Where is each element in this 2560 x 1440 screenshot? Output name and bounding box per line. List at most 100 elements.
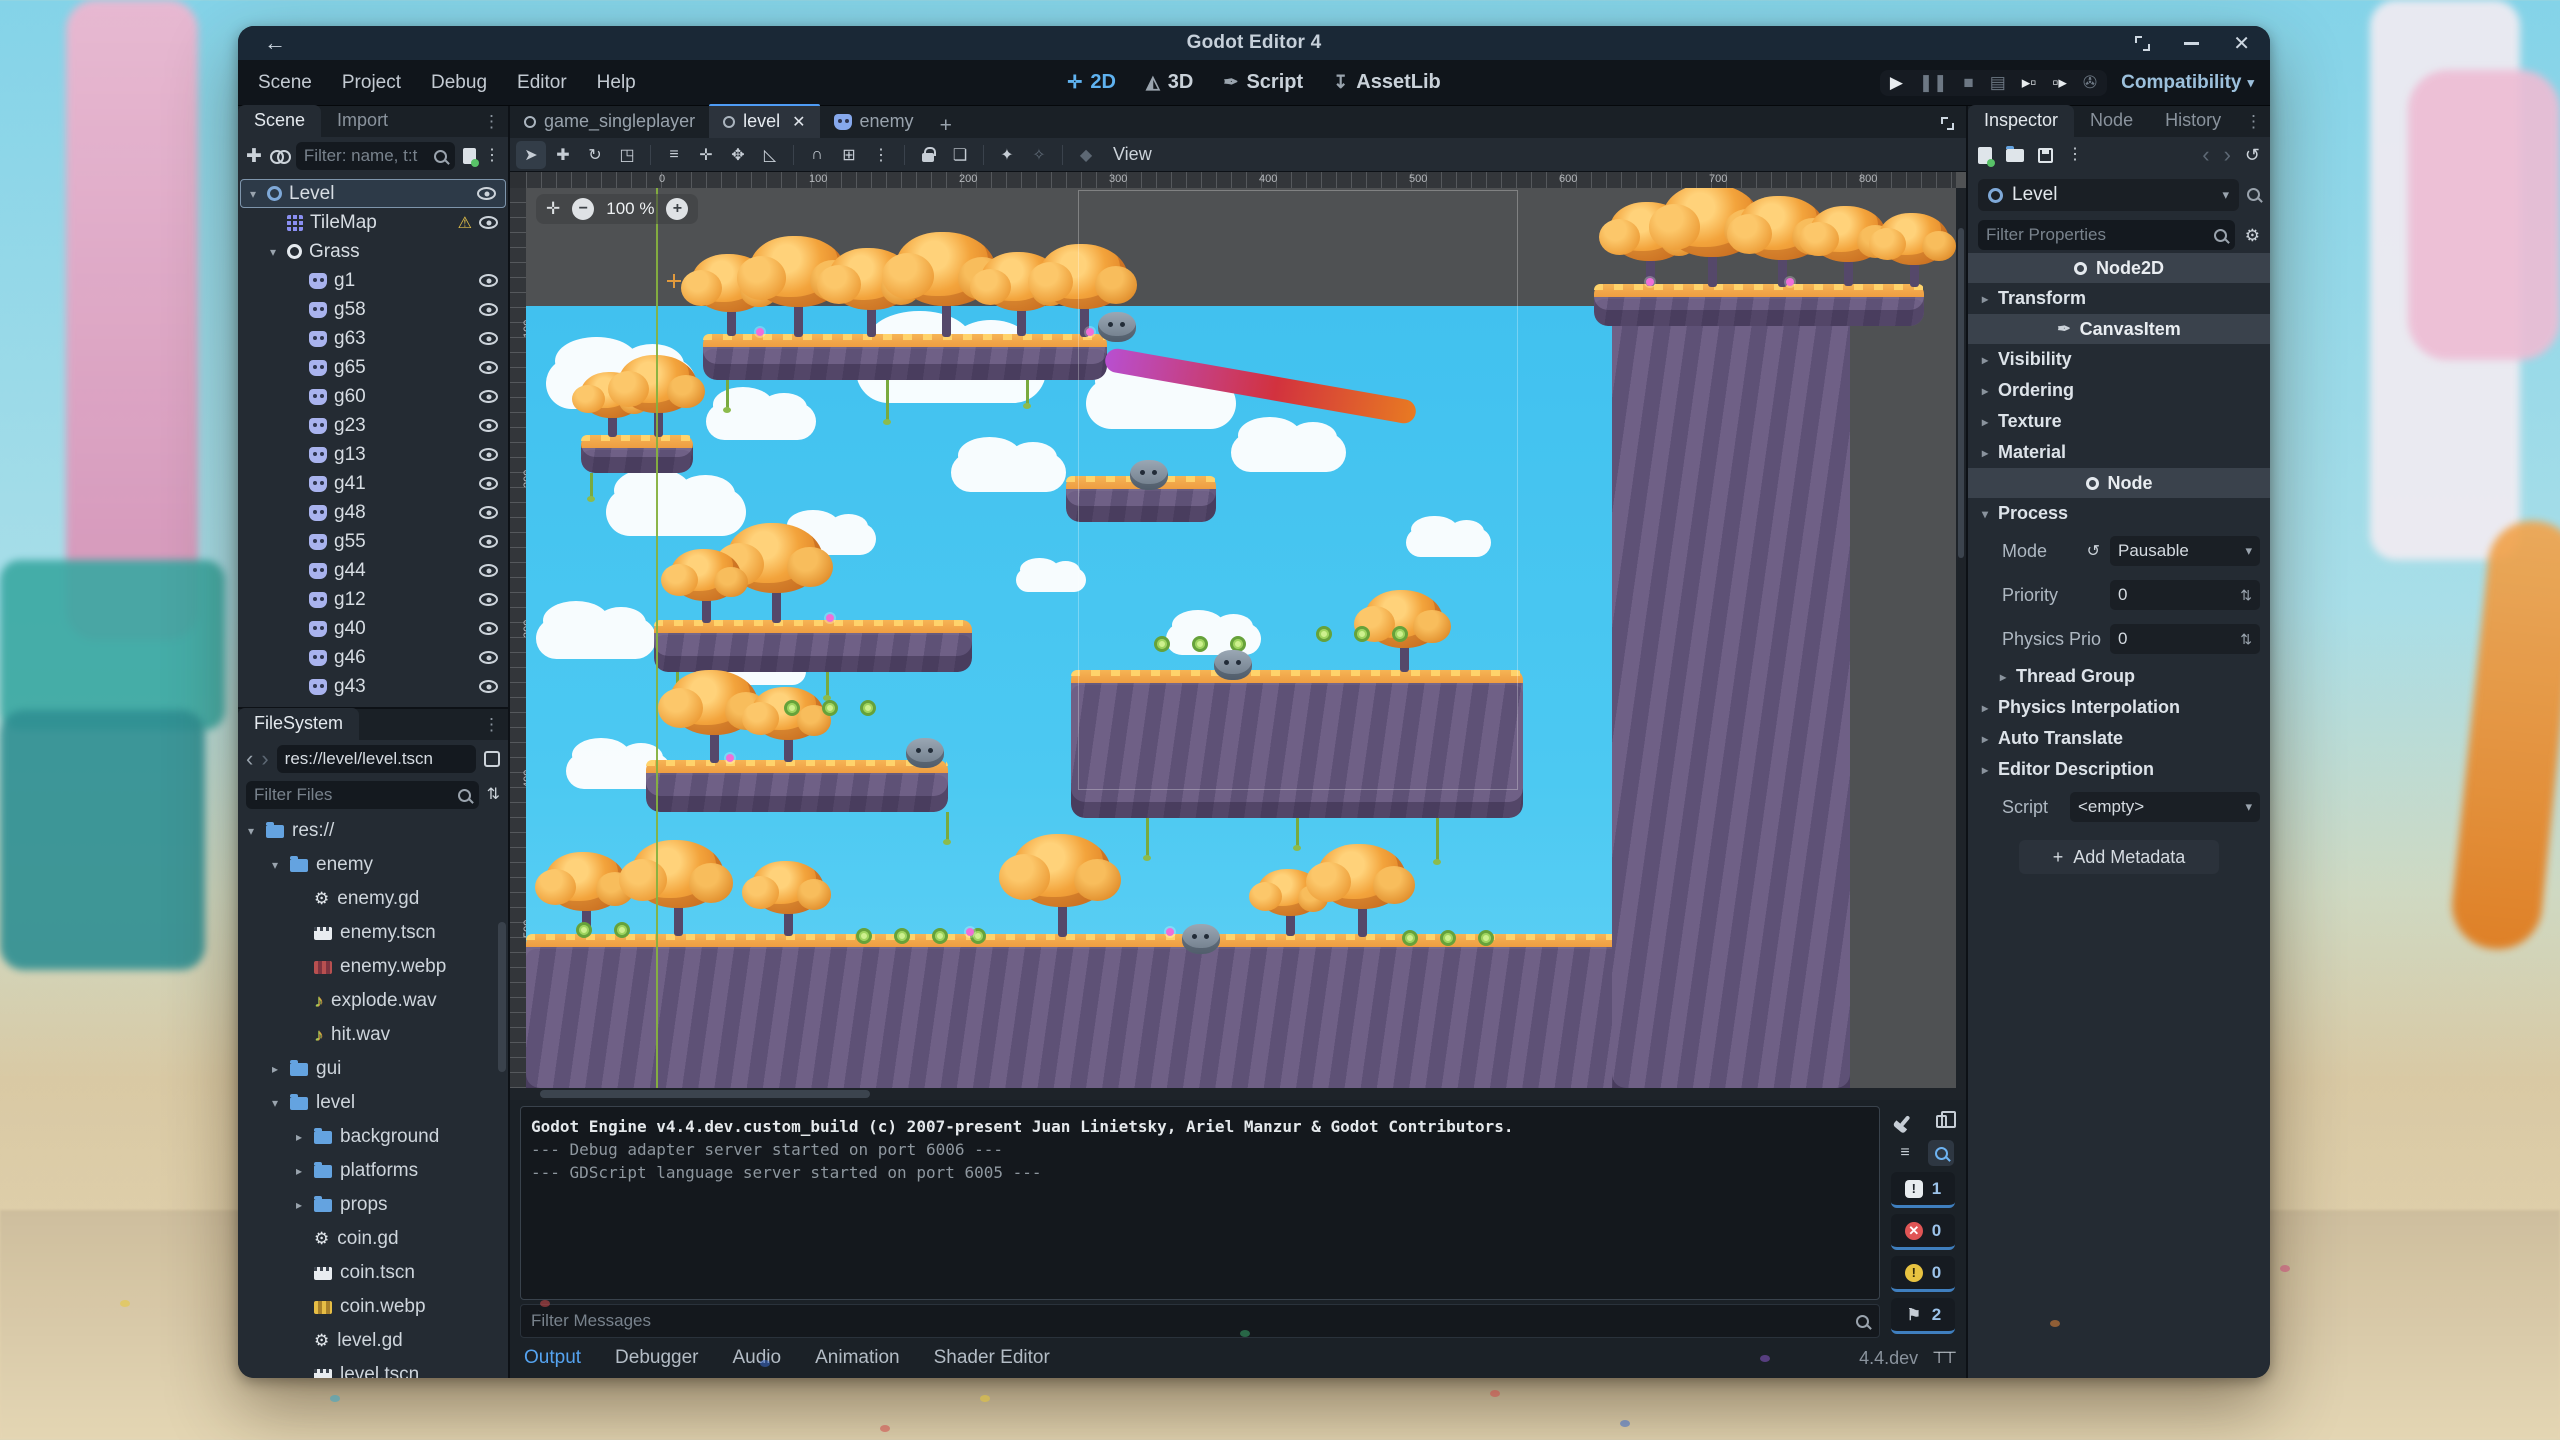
- bottom-tab-output[interactable]: Output: [524, 1347, 581, 1369]
- scene-tree-row[interactable]: TileMap⚠: [238, 208, 508, 237]
- spin-arrows-icon[interactable]: ⇅: [2240, 587, 2252, 604]
- scene-tree-row[interactable]: g48: [238, 498, 508, 527]
- dropdown-control[interactable]: <empty>▾: [2070, 792, 2260, 822]
- expand-icon[interactable]: ▸: [292, 1130, 306, 1144]
- nav-back-icon[interactable]: ‹: [246, 748, 253, 770]
- stop-button[interactable]: ■: [1963, 73, 1973, 93]
- filesystem-scrollbar[interactable]: [498, 922, 506, 1072]
- add-node-button[interactable]: ✚: [246, 147, 262, 166]
- visibility-eye-icon[interactable]: [479, 564, 498, 577]
- path-input[interactable]: [285, 749, 468, 769]
- scene-tree-row[interactable]: g13: [238, 440, 508, 469]
- switch-3d[interactable]: ◭3D: [1146, 71, 1193, 94]
- clear-output-button[interactable]: [1892, 1108, 1918, 1134]
- new-resource-icon[interactable]: [1978, 147, 1992, 164]
- play-scene-button[interactable]: ▸▫: [2022, 73, 2037, 93]
- tab-inspector[interactable]: Inspector: [1968, 105, 2074, 137]
- scene-tree-row[interactable]: g55: [238, 527, 508, 556]
- ruler-tool-icon[interactable]: ◺: [755, 141, 785, 169]
- visibility-eye-icon[interactable]: [479, 506, 498, 519]
- select-tool-icon[interactable]: ➤: [516, 141, 546, 169]
- scene-tab-level[interactable]: level✕: [709, 104, 819, 138]
- warning-count-toggle[interactable]: !0: [1891, 1256, 1955, 1292]
- revert-icon[interactable]: ↺: [2087, 541, 2100, 561]
- scene-tree-row[interactable]: g40: [238, 614, 508, 643]
- tab-scene[interactable]: Scene: [238, 105, 321, 137]
- group-ordering[interactable]: ▸Ordering: [1968, 375, 2270, 406]
- scene-tree-row[interactable]: g23: [238, 411, 508, 440]
- switch-2d[interactable]: ✛2D: [1067, 71, 1116, 94]
- pivot-tool-icon[interactable]: ✛: [691, 141, 721, 169]
- file-tree-row[interactable]: ▸platforms: [238, 1154, 508, 1188]
- tab-import[interactable]: Import: [321, 105, 404, 137]
- group-process[interactable]: ▾Process: [1968, 498, 2270, 529]
- chevron-down-icon[interactable]: ▾: [2245, 543, 2252, 559]
- bottom-tab-shader-editor[interactable]: Shader Editor: [934, 1347, 1050, 1369]
- search-messages-button[interactable]: [1928, 1140, 1954, 1166]
- rotate-tool-icon[interactable]: ↻: [580, 141, 610, 169]
- collapse-icon[interactable]: ▾: [266, 245, 280, 259]
- file-tree-row[interactable]: ▾res://: [238, 814, 508, 848]
- visibility-eye-icon[interactable]: [479, 651, 498, 664]
- copy-output-button[interactable]: [1928, 1108, 1954, 1134]
- view-menu-button[interactable]: View: [1103, 144, 1162, 165]
- play-button[interactable]: ▶: [1890, 73, 1903, 93]
- file-tree-row[interactable]: level.tscn: [238, 1358, 508, 1378]
- file-tree-row[interactable]: ▾enemy: [238, 848, 508, 882]
- visibility-eye-icon[interactable]: [479, 303, 498, 316]
- split-mode-icon[interactable]: [484, 751, 500, 767]
- bottom-tab-animation[interactable]: Animation: [815, 1347, 900, 1369]
- group-tool-icon[interactable]: ❏: [945, 141, 975, 169]
- open-docs-icon[interactable]: [2247, 185, 2260, 206]
- update-spinner-icon[interactable]: ⊤⊤: [1932, 1348, 1954, 1368]
- scene-tree-row[interactable]: g1: [238, 266, 508, 295]
- scene-dock-options-icon[interactable]: ⋮: [483, 112, 500, 132]
- dropdown-control[interactable]: Pausable▾: [2110, 536, 2260, 566]
- smart-snap-tool-icon[interactable]: ∩: [802, 141, 832, 169]
- expand-icon[interactable]: ▸: [292, 1164, 306, 1178]
- scene-tree-row[interactable]: g43: [238, 672, 508, 701]
- add-metadata-button[interactable]: +Add Metadata: [2019, 840, 2219, 874]
- file-tree-row[interactable]: ▸props: [238, 1188, 508, 1222]
- expand-icon[interactable]: ▸: [292, 1198, 306, 1212]
- file-tree-row[interactable]: ⚙coin.gd: [238, 1222, 508, 1256]
- visibility-eye-icon[interactable]: [479, 332, 498, 345]
- load-resource-icon[interactable]: [2006, 149, 2024, 162]
- collapse-icon[interactable]: ▾: [268, 858, 282, 872]
- error-count-toggle[interactable]: ✕0: [1891, 1214, 1955, 1250]
- pan-tool-icon[interactable]: ✥: [723, 141, 753, 169]
- file-tree-row[interactable]: ▾level: [238, 1086, 508, 1120]
- visibility-eye-icon[interactable]: [479, 216, 498, 229]
- file-tree-row[interactable]: coin.tscn: [238, 1256, 508, 1290]
- file-tree-row[interactable]: ♪explode.wav: [238, 984, 508, 1018]
- fullscreen-icon[interactable]: [2135, 36, 2150, 51]
- file-tree-row[interactable]: enemy.tscn: [238, 916, 508, 950]
- snap-options-tool-icon[interactable]: ⋮: [866, 141, 896, 169]
- property-tools-icon[interactable]: ⚙: [2245, 227, 2260, 244]
- select-list-tool-icon[interactable]: ≡: [659, 141, 689, 169]
- scene-tree-row[interactable]: g41: [238, 469, 508, 498]
- spinbox-control[interactable]: 0⇅: [2110, 624, 2260, 654]
- visibility-eye-icon[interactable]: [479, 361, 498, 374]
- switch-script[interactable]: ✒Script: [1223, 71, 1303, 94]
- collapse-icon[interactable]: ▾: [268, 1096, 282, 1110]
- file-tree-row[interactable]: enemy.webp: [238, 950, 508, 984]
- collapse-messages-button[interactable]: ≡: [1892, 1140, 1918, 1166]
- spinbox-control[interactable]: 0⇅: [2110, 580, 2260, 610]
- history-back-icon[interactable]: ‹: [2202, 144, 2209, 166]
- skeleton-tool-icon[interactable]: ✦: [992, 141, 1022, 169]
- menu-debug[interactable]: Debug: [431, 72, 487, 94]
- renderer-dropdown[interactable]: Compatibility ▾: [2121, 72, 2254, 94]
- expand-icon[interactable]: ▸: [268, 1062, 282, 1076]
- file-tree-row[interactable]: ♪hit.wav: [238, 1018, 508, 1052]
- expand-viewport-icon[interactable]: [1941, 117, 1954, 130]
- spin-arrows-icon[interactable]: ⇅: [2240, 631, 2252, 648]
- message-count-toggle[interactable]: !1: [1891, 1172, 1955, 1208]
- visibility-eye-icon[interactable]: [479, 274, 498, 287]
- sort-files-icon[interactable]: ⇅: [487, 787, 500, 803]
- collapse-icon[interactable]: ▾: [246, 187, 260, 201]
- center-view-icon[interactable]: ✛: [546, 199, 560, 219]
- visibility-eye-icon[interactable]: [479, 448, 498, 461]
- group-editor-description[interactable]: ▸Editor Description: [1968, 754, 2270, 785]
- file-tree-row[interactable]: ▸background: [238, 1120, 508, 1154]
